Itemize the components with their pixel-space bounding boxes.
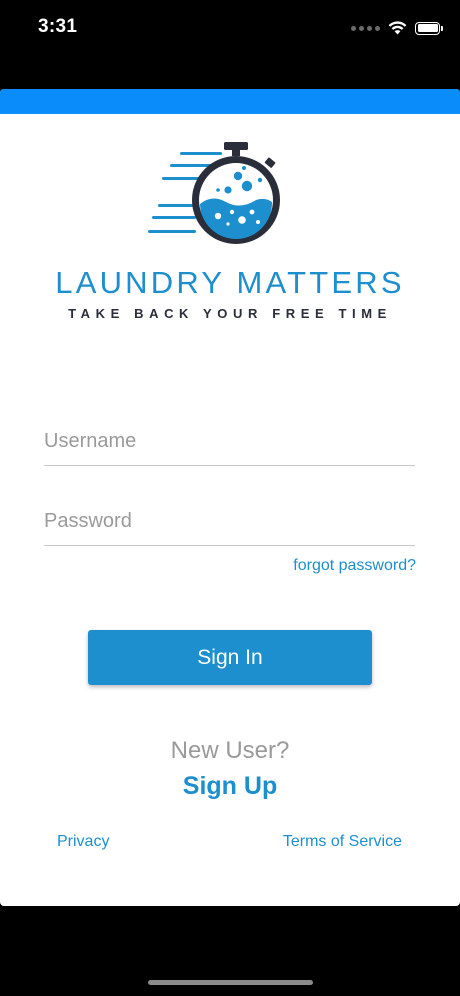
status-time: 3:31 [38,16,78,37]
username-input[interactable] [44,419,415,463]
stopwatch-icon [148,142,280,244]
password-field-container [44,499,415,546]
username-field-container [44,419,415,466]
sign-up-link[interactable]: Sign Up [0,772,460,801]
status-bar: 3:31 [0,0,460,56]
terms-of-service-link[interactable]: Terms of Service [283,833,402,851]
brand-name: LAUNDRY MATTERS [55,265,405,300]
battery-icon [415,21,443,35]
login-card: LAUNDRY MATTERS TAKE BACK YOUR FREE TIME… [0,89,460,906]
forgot-password-link[interactable]: forgot password? [293,557,416,575]
new-user-prompt: New User? [170,737,290,764]
signal-icon [351,25,380,31]
wifi-icon [388,21,407,35]
app-screen: 3:31 LAUNDRY MATTERS TAKE BACK YOUR FREE… [0,0,460,996]
home-indicator[interactable] [148,980,313,985]
header-bar [0,89,460,114]
privacy-link[interactable]: Privacy [57,833,109,851]
password-input[interactable] [44,499,415,543]
status-icons [351,19,443,37]
brand-tagline: TAKE BACK YOUR FREE TIME [68,306,392,321]
sign-in-button[interactable]: Sign In [88,630,372,685]
